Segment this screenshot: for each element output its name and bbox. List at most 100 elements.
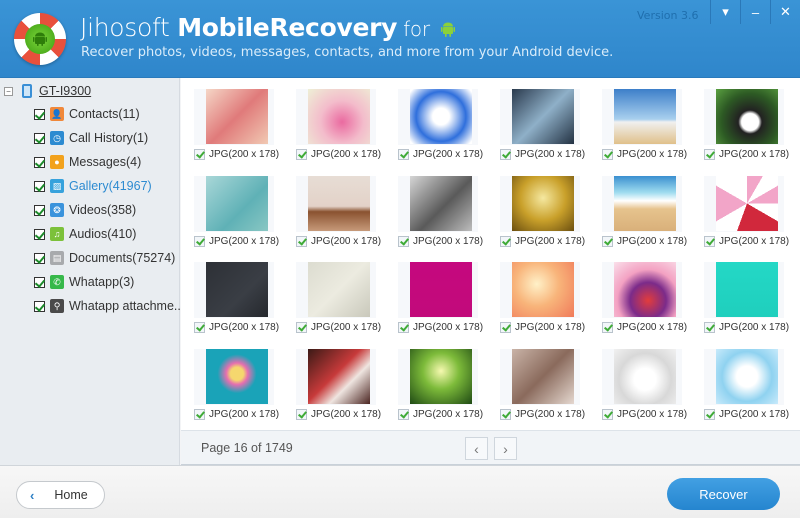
image-thumbnail[interactable] (716, 175, 778, 231)
file-info-label: JPG(200 x 178) (719, 149, 790, 160)
thumbnail-caption: JPG(200 x 178) (296, 408, 381, 420)
thumbnail-caption: JPG(200 x 178) (398, 322, 483, 333)
phone-icon: ✆ (50, 275, 64, 289)
category-checkbox[interactable] (34, 132, 45, 144)
image-thumbnail[interactable] (614, 175, 676, 231)
item-checkbox[interactable] (500, 322, 511, 333)
collapse-icon[interactable]: − (4, 86, 13, 96)
image-thumbnail[interactable] (308, 175, 370, 231)
item-checkbox[interactable] (398, 149, 409, 160)
item-checkbox[interactable] (194, 235, 205, 247)
image-thumbnail[interactable] (308, 262, 370, 317)
category-checkbox[interactable] (34, 228, 45, 240)
image-thumbnail[interactable] (512, 175, 574, 231)
item-checkbox[interactable] (296, 408, 307, 420)
item-checkbox[interactable] (500, 408, 511, 420)
sidebar-item-label: Call History(1) (69, 131, 149, 145)
next-page-button[interactable]: › (494, 437, 517, 460)
sidebar-item[interactable]: ❂ Videos(358) (34, 201, 136, 219)
item-checkbox[interactable] (194, 149, 205, 160)
thumbnail-caption: JPG(200 x 178) (602, 235, 688, 247)
item-checkbox[interactable] (500, 235, 511, 247)
image-thumbnail[interactable] (206, 89, 268, 144)
home-button[interactable]: ‹ Home (16, 481, 105, 509)
image-thumbnail[interactable] (206, 175, 268, 231)
image-thumbnail[interactable] (716, 348, 778, 404)
category-checkbox[interactable] (34, 300, 45, 312)
image-thumbnail[interactable] (308, 348, 370, 404)
sidebar-item[interactable]: ▤ Documents(75274) (34, 249, 175, 267)
image-thumbnail[interactable] (308, 89, 370, 144)
category-checkbox[interactable] (34, 180, 45, 192)
item-checkbox[interactable] (602, 408, 613, 420)
sidebar-item[interactable]: ⚲ Whatapp attachme... (34, 297, 184, 315)
music-note-icon: ♫ (50, 227, 64, 241)
image-thumbnail[interactable] (614, 348, 676, 404)
file-info-label: JPG(200 x 178) (209, 408, 280, 420)
file-info-label: JPG(200 x 178) (515, 322, 586, 333)
file-info-label: JPG(200 x 178) (413, 235, 484, 247)
category-checkbox[interactable] (34, 204, 45, 216)
minimize-button[interactable]: – (740, 0, 770, 24)
thumbnail-caption: JPG(200 x 178) (602, 149, 687, 160)
item-checkbox[interactable] (602, 149, 613, 160)
image-thumbnail[interactable] (410, 89, 472, 144)
thumbnail-caption: JPG(200 x 178) (500, 149, 585, 160)
prev-page-button[interactable]: ‹ (465, 437, 488, 460)
item-checkbox[interactable] (296, 235, 307, 247)
image-thumbnail[interactable] (410, 262, 472, 317)
app-logo (14, 13, 66, 65)
thumbnail-caption: JPG(200 x 178) (602, 408, 687, 420)
category-checkbox[interactable] (34, 156, 45, 168)
file-info-label: JPG(200 x 178) (617, 149, 688, 160)
image-thumbnail[interactable] (206, 348, 268, 404)
version-label: Version 3.6 (637, 9, 699, 22)
item-checkbox[interactable] (602, 235, 613, 247)
close-button[interactable]: ✕ (770, 0, 800, 24)
android-icon (25, 24, 55, 54)
item-checkbox[interactable] (398, 235, 409, 247)
item-checkbox[interactable] (704, 235, 715, 247)
thumbnail-caption: JPG(200 x 178) (296, 322, 381, 333)
item-checkbox[interactable] (398, 408, 409, 420)
category-checkbox[interactable] (34, 252, 45, 264)
file-info-label: JPG(200 x 178) (617, 235, 688, 247)
category-checkbox[interactable] (34, 276, 45, 288)
image-thumbnail[interactable] (206, 262, 268, 317)
sidebar-item[interactable]: ● Messages(4) (34, 153, 141, 171)
image-thumbnail[interactable] (512, 348, 574, 404)
image-thumbnail[interactable] (614, 262, 676, 317)
recover-button[interactable]: Recover (667, 478, 780, 510)
item-checkbox[interactable] (602, 322, 613, 333)
item-checkbox[interactable] (500, 149, 511, 160)
item-checkbox[interactable] (296, 149, 307, 160)
category-checkbox[interactable] (34, 108, 45, 120)
device-node[interactable]: − GT-I9300 (4, 84, 91, 98)
item-checkbox[interactable] (296, 322, 307, 333)
item-checkbox[interactable] (704, 408, 715, 420)
image-thumbnail[interactable] (410, 175, 472, 231)
sidebar-item-label: Whatapp(3) (69, 275, 135, 289)
sidebar-item[interactable]: ♫ Audios(410) (34, 225, 136, 243)
sidebar-item[interactable]: ▨ Gallery(41967) (34, 177, 152, 195)
sidebar-item[interactable]: ◷ Call History(1) (34, 129, 148, 147)
image-thumbnail[interactable] (614, 89, 676, 144)
file-info-label: JPG(200 x 178) (311, 235, 382, 247)
item-checkbox[interactable] (398, 322, 409, 333)
chevron-left-icon: ‹ (30, 487, 35, 503)
sidebar-item[interactable]: ✆ Whatapp(3) (34, 273, 134, 291)
image-thumbnail[interactable] (512, 262, 574, 317)
image-thumbnail[interactable] (716, 89, 778, 144)
item-checkbox[interactable] (194, 322, 205, 333)
image-thumbnail[interactable] (512, 89, 574, 144)
file-info-label: JPG(200 x 178) (617, 322, 688, 333)
file-info-label: JPG(200 x 178) (719, 322, 790, 333)
menu-dropdown-button[interactable]: ▾ (710, 0, 740, 24)
item-checkbox[interactable] (704, 322, 715, 333)
device-name[interactable]: GT-I9300 (39, 84, 91, 98)
item-checkbox[interactable] (194, 408, 205, 420)
sidebar-item[interactable]: 👤 Contacts(11) (34, 105, 140, 123)
image-thumbnail[interactable] (716, 262, 778, 317)
image-thumbnail[interactable] (410, 348, 472, 404)
item-checkbox[interactable] (704, 149, 715, 160)
